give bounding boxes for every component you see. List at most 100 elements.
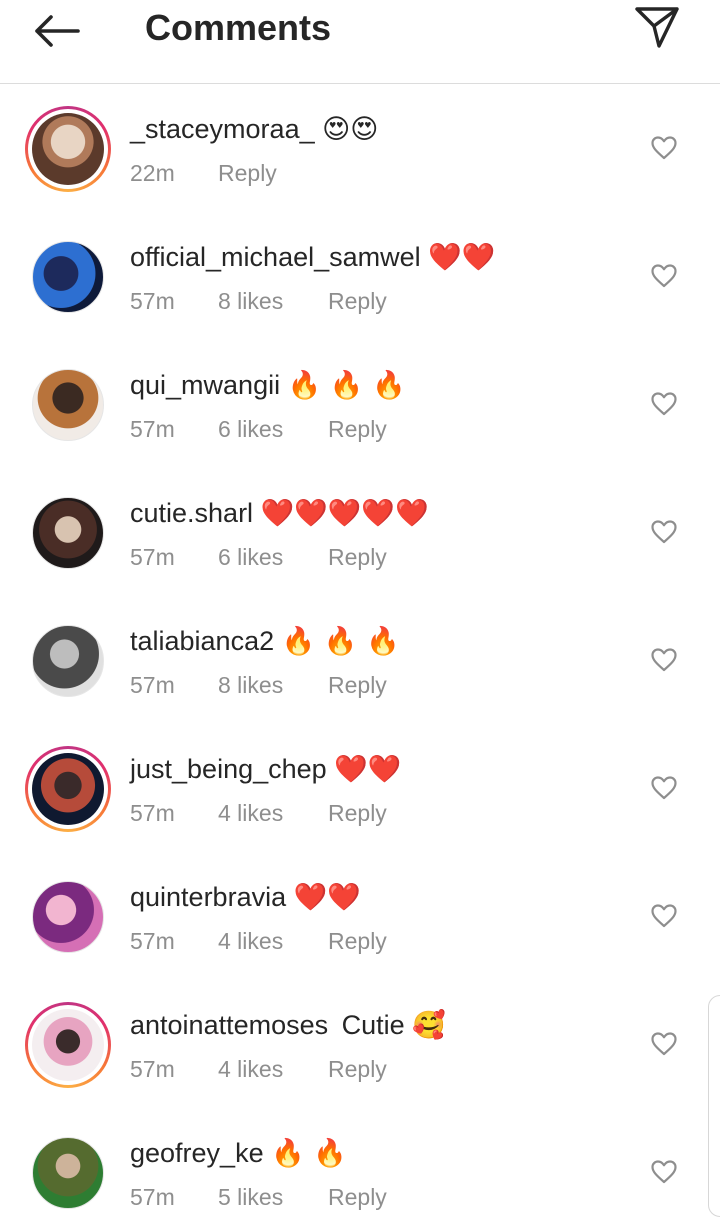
like-button[interactable]: [650, 518, 678, 546]
avatar-ring[interactable]: [25, 362, 111, 448]
heart-outline-icon: [651, 264, 677, 288]
comment-body: cutie.sharl ❤️❤️❤️❤️❤️: [130, 496, 429, 531]
comment-likes[interactable]: 4 likes: [218, 926, 328, 956]
comment-body: geofrey_ke 🔥 🔥: [130, 1136, 347, 1171]
reply-button[interactable]: Reply: [328, 1182, 387, 1212]
comment-likes[interactable]: 4 likes: [218, 1054, 328, 1084]
comment-username[interactable]: just_being_chep: [130, 754, 327, 784]
comment-username[interactable]: taliabianca2: [130, 626, 274, 656]
comment-likes[interactable]: 6 likes: [218, 414, 328, 444]
comment-emoji: 🔥 🔥 🔥: [281, 626, 400, 657]
like-button[interactable]: [650, 646, 678, 674]
comment-time: 57m: [130, 416, 175, 442]
avatar: [32, 497, 104, 569]
avatar: [32, 113, 104, 185]
avatar-frame: [28, 365, 108, 445]
comment-meta: 57m 4 likes Reply: [130, 1054, 387, 1084]
comment-meta: 57m 8 likes Reply: [130, 286, 387, 316]
avatar-frame: [28, 749, 108, 829]
comments-list: _staceymoraa_ 😍😍 22m Reply official_mich…: [0, 84, 720, 1217]
comment-time: 57m: [130, 928, 175, 954]
reply-button[interactable]: Reply: [328, 286, 387, 316]
reply-button[interactable]: Reply: [328, 542, 387, 572]
comment-username[interactable]: antoinattemoses: [130, 1010, 328, 1040]
avatar-frame: [28, 109, 108, 189]
avatar-ring[interactable]: [25, 1002, 111, 1088]
comment-meta: 57m 6 likes Reply: [130, 414, 387, 444]
like-button[interactable]: [650, 262, 678, 290]
heart-outline-icon: [651, 904, 677, 928]
comment-likes[interactable]: 6 likes: [218, 542, 328, 572]
reply-button[interactable]: Reply: [328, 1054, 387, 1084]
comment-row: _staceymoraa_ 😍😍 22m Reply: [0, 84, 720, 212]
arrow-left-icon: [35, 15, 80, 47]
avatar-ring[interactable]: [25, 106, 111, 192]
like-button[interactable]: [650, 902, 678, 930]
reply-button[interactable]: Reply: [328, 798, 387, 828]
comment-meta: 57m 4 likes Reply: [130, 798, 387, 828]
comment-meta: 57m 8 likes Reply: [130, 670, 387, 700]
like-button[interactable]: [650, 774, 678, 802]
comment-row: official_michael_samwel ❤️❤️ 57m 8 likes…: [0, 212, 720, 340]
comment-row: just_being_chep ❤️❤️ 57m 4 likes Reply: [0, 724, 720, 852]
reply-button[interactable]: Reply: [328, 414, 387, 444]
comment-emoji: 🔥 🔥: [271, 1138, 347, 1169]
reply-button[interactable]: Reply: [328, 670, 387, 700]
comment-row: antoinattemoses Cutie 🥰 57m 4 likes Repl…: [0, 980, 720, 1108]
comment-likes[interactable]: 8 likes: [218, 670, 328, 700]
heart-outline-icon: [651, 1032, 677, 1056]
comment-username[interactable]: quinterbravia: [130, 882, 286, 912]
comment-body: qui_mwangii 🔥 🔥 🔥: [130, 368, 406, 403]
comment-emoji: ❤️❤️: [293, 882, 361, 913]
comment-username[interactable]: cutie.sharl: [130, 498, 253, 528]
like-button[interactable]: [650, 390, 678, 418]
comment-username[interactable]: _staceymoraa_: [130, 114, 315, 144]
comment-time: 57m: [130, 288, 175, 314]
avatar-ring[interactable]: [25, 874, 111, 960]
comment-username[interactable]: official_michael_samwel: [130, 242, 421, 272]
avatar: [32, 1009, 104, 1081]
like-button[interactable]: [650, 1158, 678, 1186]
paper-plane-icon: [635, 7, 679, 48]
avatar-ring[interactable]: [25, 490, 111, 576]
reply-button[interactable]: Reply: [218, 158, 277, 188]
avatar: [32, 1137, 104, 1209]
comment-meta: 57m 5 likes Reply: [130, 1182, 387, 1212]
avatar-frame: [28, 237, 108, 317]
comment-time: 57m: [130, 1056, 175, 1082]
scroll-edge-handle[interactable]: [708, 995, 720, 1217]
heart-outline-icon: [651, 520, 677, 544]
comment-emoji: 😍😍: [322, 114, 379, 145]
back-button[interactable]: [30, 8, 82, 54]
comment-row: qui_mwangii 🔥 🔥 🔥 57m 6 likes Reply: [0, 340, 720, 468]
comment-body: quinterbravia ❤️❤️: [130, 880, 361, 915]
comment-username[interactable]: geofrey_ke: [130, 1138, 264, 1168]
comment-body: just_being_chep ❤️❤️: [130, 752, 401, 787]
comment-body: antoinattemoses Cutie 🥰: [130, 1008, 446, 1043]
comment-likes[interactable]: 5 likes: [218, 1182, 328, 1212]
avatar-frame: [28, 621, 108, 701]
avatar-frame: [28, 493, 108, 573]
comment-time: 57m: [130, 800, 175, 826]
avatar: [32, 241, 104, 313]
comment-meta: 22m Reply: [130, 158, 277, 188]
comment-row: taliabianca2 🔥 🔥 🔥 57m 8 likes Reply: [0, 596, 720, 724]
heart-outline-icon: [651, 776, 677, 800]
avatar: [32, 881, 104, 953]
like-button[interactable]: [650, 134, 678, 162]
comment-row: quinterbravia ❤️❤️ 57m 4 likes Reply: [0, 852, 720, 980]
reply-button[interactable]: Reply: [328, 926, 387, 956]
comment-emoji: 🔥 🔥 🔥: [287, 370, 406, 401]
comment-likes[interactable]: 4 likes: [218, 798, 328, 828]
like-button[interactable]: [650, 1030, 678, 1058]
avatar-ring[interactable]: [25, 618, 111, 704]
comment-likes[interactable]: 8 likes: [218, 286, 328, 316]
avatar-frame: [28, 1005, 108, 1085]
comment-time: 57m: [130, 1184, 175, 1210]
avatar-ring[interactable]: [25, 234, 111, 320]
header-bar: Comments: [0, 0, 720, 84]
avatar-ring[interactable]: [25, 746, 111, 832]
avatar-ring[interactable]: [25, 1130, 111, 1216]
share-button[interactable]: [632, 2, 682, 50]
comment-username[interactable]: qui_mwangii: [130, 370, 280, 400]
